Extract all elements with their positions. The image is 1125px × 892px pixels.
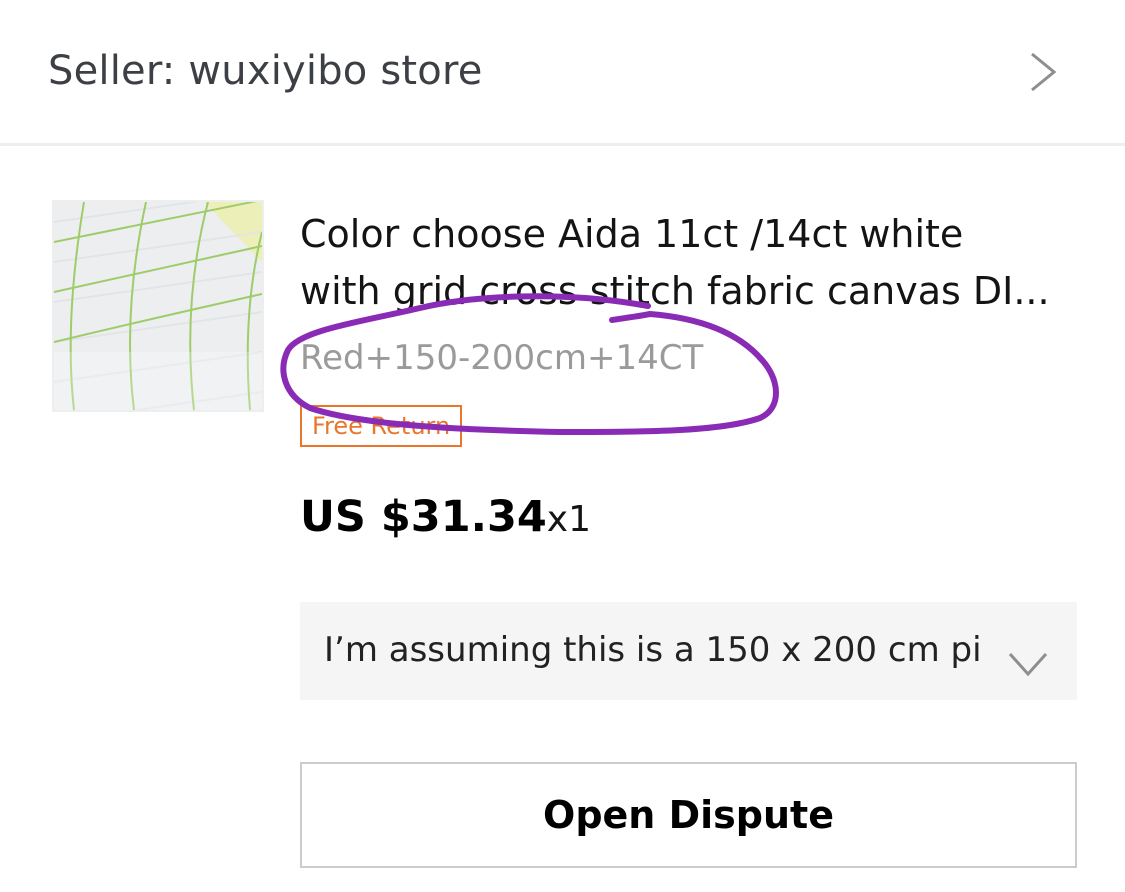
chevron-right-icon[interactable] bbox=[1022, 50, 1062, 94]
price-row: US $31.34x1 bbox=[300, 492, 591, 542]
aida-fabric-thumbnail bbox=[54, 202, 262, 410]
open-dispute-button[interactable]: Open Dispute bbox=[300, 762, 1077, 868]
seller-row[interactable]: Seller: wuxiyibo store bbox=[0, 0, 1125, 146]
seller-name: Seller: wuxiyibo store bbox=[48, 48, 483, 94]
buyer-note-expander[interactable]: I’m assuming this is a 150 x 200 cm pi..… bbox=[300, 602, 1077, 700]
product-title[interactable]: Color choose Aida 11ct /14ct white with … bbox=[300, 206, 1070, 320]
product-price: US $31.34 bbox=[300, 492, 547, 542]
product-sku: Red+150-200cm+14CT bbox=[300, 338, 704, 378]
product-thumbnail[interactable] bbox=[52, 200, 264, 412]
free-return-badge: Free Return bbox=[300, 405, 463, 447]
chevron-down-icon[interactable] bbox=[1006, 650, 1050, 678]
product-title-line-2: with grid cross stitch fabric canvas DI.… bbox=[300, 269, 1050, 313]
product-title-line-1: Color choose Aida 11ct /14ct white bbox=[300, 212, 964, 256]
product-quantity: x1 bbox=[546, 499, 592, 540]
buyer-note-text: I’m assuming this is a 150 x 200 cm pi..… bbox=[324, 630, 984, 670]
